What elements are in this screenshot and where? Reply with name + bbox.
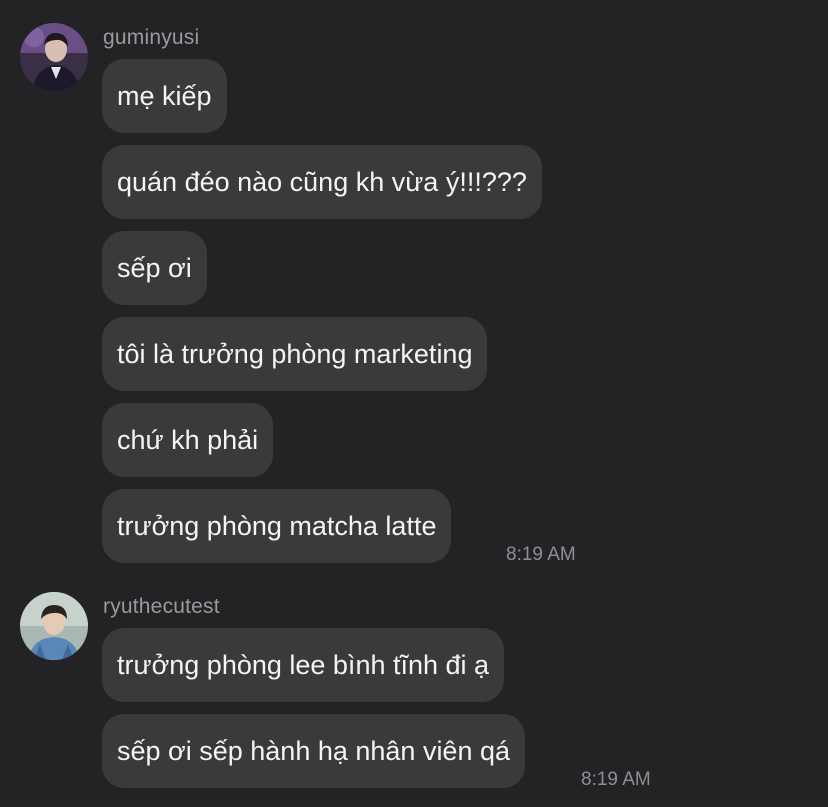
message-bubble[interactable]: chứ kh phải xyxy=(102,403,274,477)
avatar[interactable] xyxy=(20,592,88,660)
message-timestamp: 8:19 AM xyxy=(581,769,651,790)
message-timestamp: 8:19 AM xyxy=(506,544,576,565)
message-bubble[interactable]: quán đéo nào cũng kh vừa ý!!!??? xyxy=(102,145,542,219)
message-bubble[interactable]: trưởng phòng lee bình tĩnh đi ạ xyxy=(102,628,505,702)
avatar[interactable] xyxy=(20,23,88,91)
sender-username[interactable]: guminyusi xyxy=(103,26,199,50)
message-bubble[interactable]: tôi là trưởng phòng marketing xyxy=(102,317,488,391)
sender-username[interactable]: ryuthecutest xyxy=(103,595,220,619)
avatar-photo-icon xyxy=(20,592,88,660)
message-bubble[interactable]: sếp ơi xyxy=(102,231,207,305)
avatar-photo-icon xyxy=(20,23,88,91)
message-bubble[interactable]: sếp ơi sếp hành hạ nhân viên qá xyxy=(102,714,526,788)
message-bubble[interactable]: trưởng phòng matcha latte xyxy=(102,489,452,563)
message-bubble[interactable]: mẹ kiếp xyxy=(102,59,227,133)
